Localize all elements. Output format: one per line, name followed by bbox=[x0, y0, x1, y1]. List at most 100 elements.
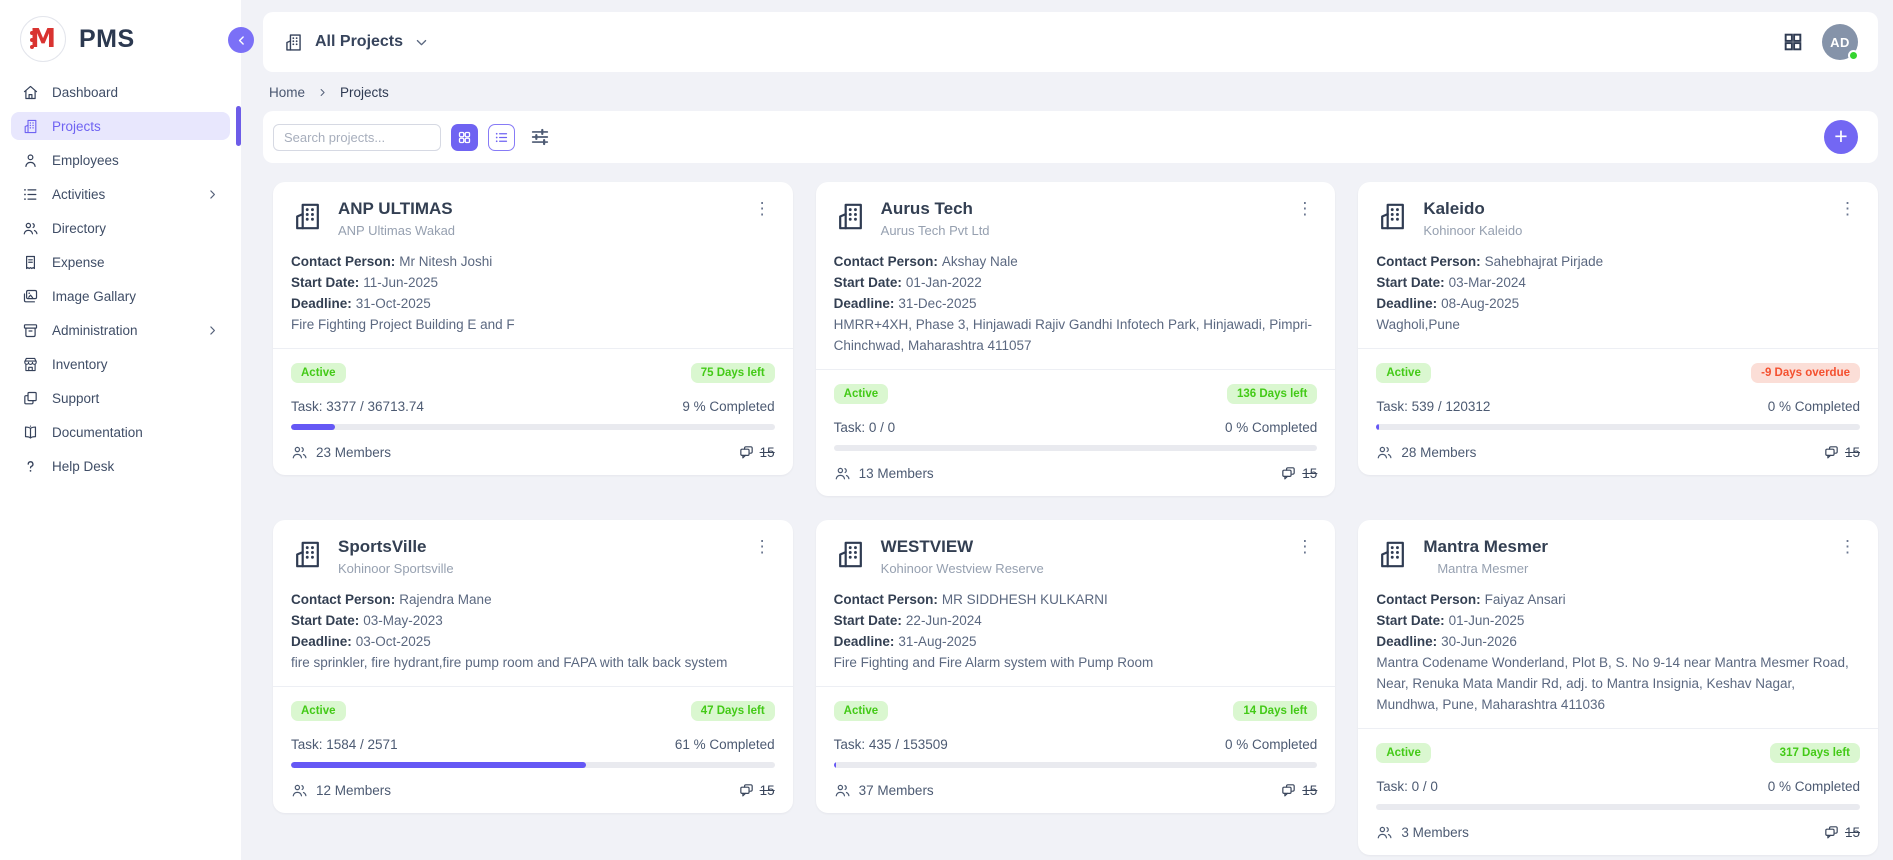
building-icon bbox=[283, 32, 304, 53]
members-icon bbox=[291, 444, 308, 461]
project-card[interactable]: Aurus Tech Aurus Tech Pvt Ltd ⋮ Contact … bbox=[816, 182, 1336, 496]
project-card[interactable]: WESTVIEW Kohinoor Westview Reserve ⋮ Con… bbox=[816, 520, 1336, 813]
grid-view-button[interactable] bbox=[451, 124, 478, 151]
sidebar-item-expense[interactable]: Expense bbox=[11, 248, 230, 276]
sidebar-item-help-desk[interactable]: Help Desk bbox=[11, 452, 230, 480]
card-menu-button[interactable]: ⋮ bbox=[750, 198, 775, 219]
building-icon bbox=[291, 200, 324, 233]
status-badge: Active bbox=[291, 363, 346, 383]
card-menu-button[interactable]: ⋮ bbox=[750, 536, 775, 557]
apps-grid-icon[interactable] bbox=[1782, 31, 1804, 53]
deadline-line: Deadline:31-Dec-2025 bbox=[834, 293, 1318, 314]
sidebar-item-documentation[interactable]: Documentation bbox=[11, 418, 230, 446]
progress-bar bbox=[291, 762, 775, 768]
sidebar-item-dashboard[interactable]: Dashboard bbox=[11, 78, 230, 106]
chat-count: 15 bbox=[760, 445, 775, 460]
sidebar-collapse-button[interactable] bbox=[228, 27, 254, 53]
sidebar: M PMS Dashboard Projects Employees Activ… bbox=[0, 0, 241, 860]
search-input[interactable] bbox=[273, 124, 441, 151]
chat-button[interactable]: 15 bbox=[1823, 444, 1860, 461]
project-name: Aurus Tech bbox=[881, 198, 990, 220]
add-project-button[interactable]: + bbox=[1824, 120, 1858, 154]
chat-icon bbox=[1280, 782, 1297, 799]
chat-button[interactable]: 15 bbox=[738, 444, 775, 461]
project-name: ANP ULTIMAS bbox=[338, 198, 455, 220]
contact-line: Contact Person:MR SIDDHESH KULKARNI bbox=[834, 589, 1318, 610]
receipt-icon bbox=[22, 254, 39, 271]
chat-button[interactable]: 15 bbox=[738, 782, 775, 799]
sidebar-item-projects[interactable]: Projects bbox=[11, 112, 230, 140]
project-scope-dropdown[interactable]: All Projects bbox=[283, 32, 429, 53]
project-name: Mantra Mesmer bbox=[1423, 536, 1548, 558]
sidebar-item-directory[interactable]: Directory bbox=[11, 214, 230, 242]
card-menu-button[interactable]: ⋮ bbox=[1292, 198, 1317, 219]
days-badge: 317 Days left bbox=[1770, 743, 1860, 763]
app-logo: M PMS bbox=[0, 0, 241, 62]
project-card[interactable]: ANP ULTIMAS ANP Ultimas Wakad ⋮ Contact … bbox=[273, 182, 793, 475]
copy-icon bbox=[22, 390, 39, 407]
status-badge: Active bbox=[1376, 363, 1431, 383]
project-description: fire sprinkler, fire hydrant,fire pump r… bbox=[291, 652, 775, 673]
people-icon bbox=[22, 220, 39, 237]
chat-button[interactable]: 15 bbox=[1280, 465, 1317, 482]
project-card[interactable]: Mantra Mesmer Mantra Mesmer ⋮ Contact Pe… bbox=[1358, 520, 1878, 855]
start-line: Start Date:11-Jun-2025 bbox=[291, 272, 775, 293]
card-menu-button[interactable]: ⋮ bbox=[1835, 198, 1860, 219]
deadline-line: Deadline:08-Aug-2025 bbox=[1376, 293, 1860, 314]
divider bbox=[273, 348, 793, 349]
divider bbox=[1358, 728, 1878, 729]
chat-button[interactable]: 15 bbox=[1280, 782, 1317, 799]
online-status-dot bbox=[1848, 50, 1859, 61]
chat-count: 15 bbox=[1845, 825, 1860, 840]
members-icon bbox=[291, 782, 308, 799]
sidebar-item-administration[interactable]: Administration bbox=[11, 316, 230, 344]
progress-bar bbox=[1376, 424, 1860, 430]
progress-bar bbox=[834, 445, 1318, 451]
sidebar-item-activities[interactable]: Activities bbox=[11, 180, 230, 208]
breadcrumb-projects[interactable]: Projects bbox=[340, 85, 389, 100]
chat-button[interactable]: 15 bbox=[1823, 824, 1860, 841]
start-line: Start Date:01-Jun-2025 bbox=[1376, 610, 1860, 631]
gallery-icon bbox=[22, 288, 39, 305]
deadline-line: Deadline:31-Oct-2025 bbox=[291, 293, 775, 314]
header-actions: AD bbox=[1782, 24, 1858, 60]
sidebar-item-inventory[interactable]: Inventory bbox=[11, 350, 230, 378]
progress-bar bbox=[291, 424, 775, 430]
breadcrumb-home[interactable]: Home bbox=[269, 85, 305, 100]
project-subtitle: Aurus Tech Pvt Ltd bbox=[881, 223, 990, 238]
project-subtitle: Mantra Mesmer bbox=[1423, 561, 1548, 576]
list-view-button[interactable] bbox=[488, 124, 515, 151]
project-name: Kaleido bbox=[1423, 198, 1522, 220]
sliders-icon bbox=[529, 126, 551, 148]
building-icon bbox=[1376, 200, 1409, 233]
sidebar-item-support[interactable]: Support bbox=[11, 384, 230, 412]
contact-line: Contact Person:Rajendra Mane bbox=[291, 589, 775, 610]
card-menu-button[interactable]: ⋮ bbox=[1835, 536, 1860, 557]
project-card[interactable]: Kaleido Kohinoor Kaleido ⋮ Contact Perso… bbox=[1358, 182, 1878, 475]
project-card[interactable]: SportsVille Kohinoor Sportsville ⋮ Conta… bbox=[273, 520, 793, 813]
sidebar-item-image-gallery[interactable]: Image Gallary bbox=[11, 282, 230, 310]
completed-percent: 61 % Completed bbox=[675, 737, 775, 752]
members-icon bbox=[1376, 824, 1393, 841]
task-count: Task: 435 / 153509 bbox=[834, 737, 948, 752]
project-subtitle: ANP Ultimas Wakad bbox=[338, 223, 455, 238]
card-menu-button[interactable]: ⋮ bbox=[1292, 536, 1317, 557]
contact-line: Contact Person:Mr Nitesh Joshi bbox=[291, 251, 775, 272]
filter-button[interactable] bbox=[529, 126, 551, 148]
avatar[interactable]: AD bbox=[1822, 24, 1858, 60]
contact-line: Contact Person:Faiyaz Ansari bbox=[1376, 589, 1860, 610]
days-badge: 14 Days left bbox=[1233, 701, 1317, 721]
days-badge: 136 Days left bbox=[1227, 384, 1317, 404]
chat-count: 15 bbox=[1845, 445, 1860, 460]
building-icon bbox=[291, 538, 324, 571]
chat-icon bbox=[738, 444, 755, 461]
divider bbox=[816, 369, 1336, 370]
start-line: Start Date:22-Jun-2024 bbox=[834, 610, 1318, 631]
logo-icon: M bbox=[20, 16, 66, 62]
store-icon bbox=[22, 356, 39, 373]
members-count: 3 Members bbox=[1401, 825, 1469, 840]
members-count: 13 Members bbox=[859, 466, 934, 481]
members-count: 28 Members bbox=[1401, 445, 1476, 460]
sidebar-item-employees[interactable]: Employees bbox=[11, 146, 230, 174]
members-icon bbox=[834, 465, 851, 482]
